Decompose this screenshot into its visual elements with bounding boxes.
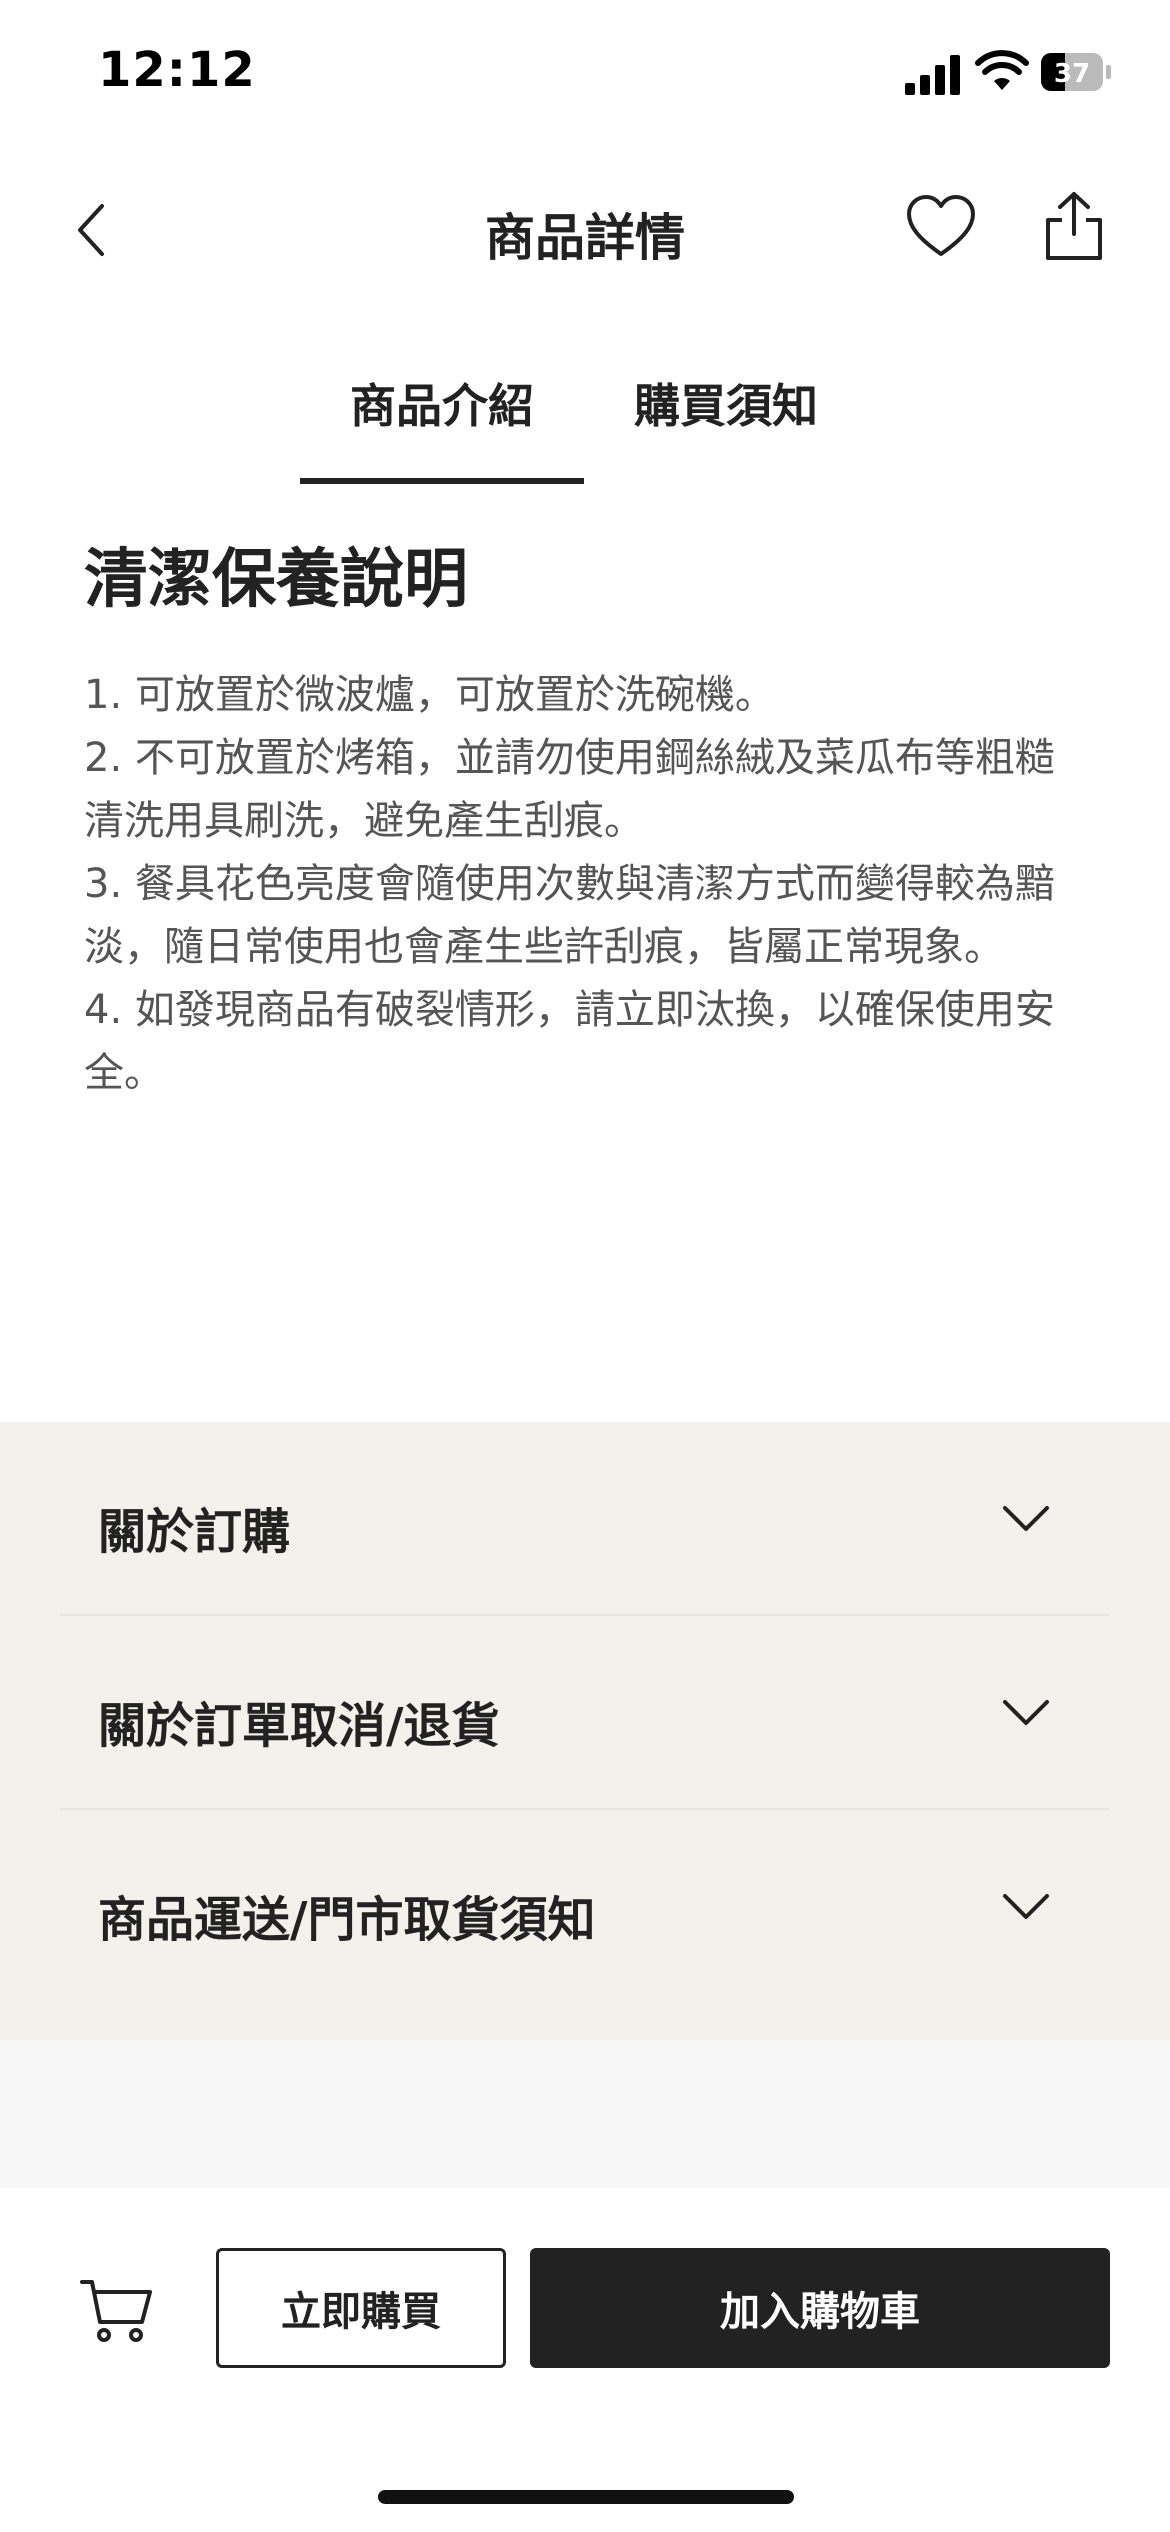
care-item: 4. 如發現商品有破裂情形，請立即汰換，以確保使用安全。 <box>84 987 1055 1096</box>
accordion-item-cancel-return[interactable]: 關於訂單取消/退貨 <box>60 1616 1110 1810</box>
nav-bar: 商品詳情 <box>0 160 1170 290</box>
tab-product-intro[interactable]: 商品介紹 <box>300 370 584 436</box>
battery-level: 37 <box>1054 59 1090 89</box>
share-icon[interactable] <box>1044 190 1104 262</box>
accordion-label: 關於訂單取消/退貨 <box>98 1698 500 1754</box>
chevron-down-icon <box>1003 1506 1049 1531</box>
purchase-info-accordion: 關於訂購 關於訂單取消/退貨 商品運送/門市取貨須知 <box>0 1422 1170 2040</box>
care-item: 1. 可放置於微波爐，可放置於洗碗機。 <box>84 672 775 718</box>
related-section-background <box>0 2040 1170 2190</box>
heart-icon[interactable] <box>906 194 976 260</box>
tab-bar: 商品介紹 購買須知 <box>0 350 1170 486</box>
care-section-title: 清潔保養說明 <box>84 543 468 617</box>
active-tab-indicator <box>300 478 584 484</box>
page-title: 商品詳情 <box>485 209 685 267</box>
accordion-label: 商品運送/門市取貨須知 <box>98 1892 596 1948</box>
accordion-label: 關於訂購 <box>98 1504 291 1560</box>
tab-purchase-notice[interactable]: 購買須知 <box>584 370 868 436</box>
chevron-down-icon <box>1003 1700 1049 1725</box>
battery-icon: 37 <box>1041 53 1111 91</box>
cart-icon[interactable] <box>80 2278 152 2344</box>
signal-icon <box>905 55 960 95</box>
accordion-item-shipping-pickup[interactable]: 商品運送/門市取貨須知 <box>60 1810 1110 2004</box>
wifi-icon <box>975 50 1029 90</box>
bottom-action-bar: 立即購買 加入購物車 <box>0 2188 1170 2532</box>
add-to-cart-button[interactable]: 加入購物車 <box>530 2248 1110 2368</box>
buy-now-button[interactable]: 立即購買 <box>216 2248 506 2368</box>
care-item: 2. 不可放置於烤箱，並請勿使用鋼絲絨及菜瓜布等粗糙清洗用具刷洗，避免產生刮痕。 <box>84 735 1055 844</box>
product-detail-page: 12:12 37 商品詳情 商品介紹 購買須知 清潔保養說明 1. 可放置於微波… <box>0 0 1170 2532</box>
status-time: 12:12 <box>98 42 256 98</box>
care-item: 3. 餐具花色亮度會隨使用次數與清潔方式而變得較為黯淡，隨日常使用也會產生些許刮… <box>84 861 1055 970</box>
accordion-item-ordering[interactable]: 關於訂購 <box>60 1422 1110 1616</box>
status-bar: 12:12 37 <box>0 0 1170 150</box>
chevron-down-icon <box>1003 1894 1049 1919</box>
home-indicator[interactable] <box>378 2490 794 2504</box>
care-instructions-list: 1. 可放置於微波爐，可放置於洗碗機。 2. 不可放置於烤箱，並請勿使用鋼絲絨及… <box>84 664 1094 1105</box>
